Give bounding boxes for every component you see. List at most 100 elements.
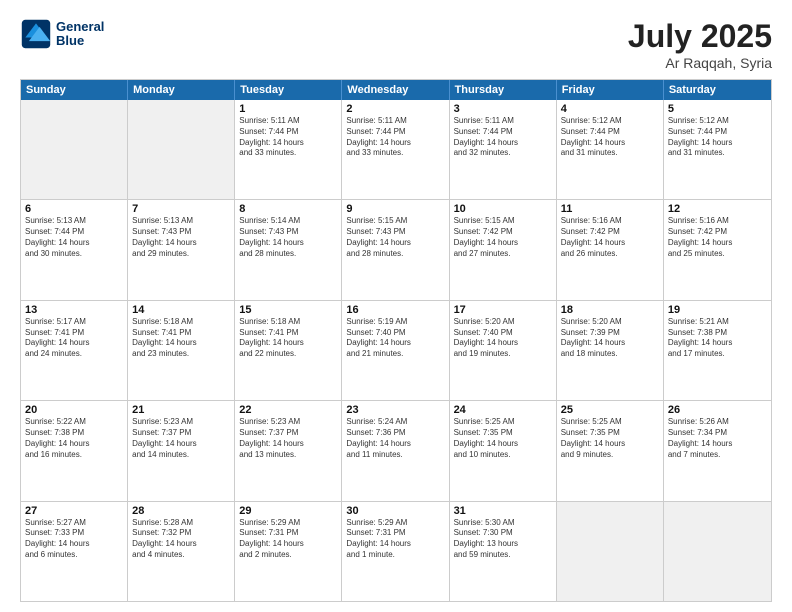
day-number: 25 <box>561 404 659 416</box>
cal-cell-2-2: 7Sunrise: 5:13 AM Sunset: 7:43 PM Daylig… <box>128 200 235 299</box>
cal-cell-1-4: 2Sunrise: 5:11 AM Sunset: 7:44 PM Daylig… <box>342 100 449 199</box>
day-number: 12 <box>668 203 767 215</box>
day-info: Sunrise: 5:30 AM Sunset: 7:30 PM Dayligh… <box>454 518 552 561</box>
cal-cell-4-5: 24Sunrise: 5:25 AM Sunset: 7:35 PM Dayli… <box>450 401 557 500</box>
day-number: 20 <box>25 404 123 416</box>
day-number: 7 <box>132 203 230 215</box>
day-info: Sunrise: 5:27 AM Sunset: 7:33 PM Dayligh… <box>25 518 123 561</box>
day-info: Sunrise: 5:25 AM Sunset: 7:35 PM Dayligh… <box>454 417 552 460</box>
month-title: July 2025 <box>628 18 772 55</box>
day-info: Sunrise: 5:14 AM Sunset: 7:43 PM Dayligh… <box>239 216 337 259</box>
day-info: Sunrise: 5:18 AM Sunset: 7:41 PM Dayligh… <box>239 317 337 360</box>
day-number: 17 <box>454 304 552 316</box>
day-info: Sunrise: 5:13 AM Sunset: 7:44 PM Dayligh… <box>25 216 123 259</box>
day-number: 13 <box>25 304 123 316</box>
day-number: 30 <box>346 505 444 517</box>
day-info: Sunrise: 5:16 AM Sunset: 7:42 PM Dayligh… <box>668 216 767 259</box>
day-number: 16 <box>346 304 444 316</box>
day-number: 29 <box>239 505 337 517</box>
day-info: Sunrise: 5:28 AM Sunset: 7:32 PM Dayligh… <box>132 518 230 561</box>
week-row-2: 6Sunrise: 5:13 AM Sunset: 7:44 PM Daylig… <box>21 199 771 299</box>
cal-cell-1-2 <box>128 100 235 199</box>
location: Ar Raqqah, Syria <box>628 55 772 71</box>
day-number: 1 <box>239 103 337 115</box>
day-info: Sunrise: 5:11 AM Sunset: 7:44 PM Dayligh… <box>346 116 444 159</box>
day-info: Sunrise: 5:18 AM Sunset: 7:41 PM Dayligh… <box>132 317 230 360</box>
cal-cell-5-3: 29Sunrise: 5:29 AM Sunset: 7:31 PM Dayli… <box>235 502 342 601</box>
day-number: 21 <box>132 404 230 416</box>
cal-cell-3-7: 19Sunrise: 5:21 AM Sunset: 7:38 PM Dayli… <box>664 301 771 400</box>
header: General Blue July 2025 Ar Raqqah, Syria <box>20 18 772 71</box>
cal-cell-5-6 <box>557 502 664 601</box>
day-info: Sunrise: 5:17 AM Sunset: 7:41 PM Dayligh… <box>25 317 123 360</box>
day-info: Sunrise: 5:19 AM Sunset: 7:40 PM Dayligh… <box>346 317 444 360</box>
day-info: Sunrise: 5:11 AM Sunset: 7:44 PM Dayligh… <box>239 116 337 159</box>
day-info: Sunrise: 5:20 AM Sunset: 7:39 PM Dayligh… <box>561 317 659 360</box>
calendar-body: 1Sunrise: 5:11 AM Sunset: 7:44 PM Daylig… <box>21 100 771 601</box>
cal-cell-4-3: 22Sunrise: 5:23 AM Sunset: 7:37 PM Dayli… <box>235 401 342 500</box>
page: General Blue July 2025 Ar Raqqah, Syria … <box>0 0 792 612</box>
day-info: Sunrise: 5:23 AM Sunset: 7:37 PM Dayligh… <box>132 417 230 460</box>
cal-cell-1-3: 1Sunrise: 5:11 AM Sunset: 7:44 PM Daylig… <box>235 100 342 199</box>
day-info: Sunrise: 5:12 AM Sunset: 7:44 PM Dayligh… <box>668 116 767 159</box>
day-info: Sunrise: 5:26 AM Sunset: 7:34 PM Dayligh… <box>668 417 767 460</box>
day-number: 26 <box>668 404 767 416</box>
calendar-header: Sunday Monday Tuesday Wednesday Thursday… <box>21 80 771 100</box>
week-row-1: 1Sunrise: 5:11 AM Sunset: 7:44 PM Daylig… <box>21 100 771 199</box>
day-number: 4 <box>561 103 659 115</box>
day-info: Sunrise: 5:15 AM Sunset: 7:42 PM Dayligh… <box>454 216 552 259</box>
day-number: 15 <box>239 304 337 316</box>
header-sunday: Sunday <box>21 80 128 100</box>
day-number: 18 <box>561 304 659 316</box>
header-tuesday: Tuesday <box>235 80 342 100</box>
logo-line2: Blue <box>56 34 104 48</box>
day-info: Sunrise: 5:21 AM Sunset: 7:38 PM Dayligh… <box>668 317 767 360</box>
day-number: 10 <box>454 203 552 215</box>
day-info: Sunrise: 5:29 AM Sunset: 7:31 PM Dayligh… <box>346 518 444 561</box>
cal-cell-1-5: 3Sunrise: 5:11 AM Sunset: 7:44 PM Daylig… <box>450 100 557 199</box>
header-friday: Friday <box>557 80 664 100</box>
day-info: Sunrise: 5:23 AM Sunset: 7:37 PM Dayligh… <box>239 417 337 460</box>
cal-cell-5-5: 31Sunrise: 5:30 AM Sunset: 7:30 PM Dayli… <box>450 502 557 601</box>
cal-cell-5-7 <box>664 502 771 601</box>
week-row-5: 27Sunrise: 5:27 AM Sunset: 7:33 PM Dayli… <box>21 501 771 601</box>
day-info: Sunrise: 5:16 AM Sunset: 7:42 PM Dayligh… <box>561 216 659 259</box>
logo: General Blue <box>20 18 104 50</box>
day-info: Sunrise: 5:25 AM Sunset: 7:35 PM Dayligh… <box>561 417 659 460</box>
day-number: 9 <box>346 203 444 215</box>
header-wednesday: Wednesday <box>342 80 449 100</box>
cal-cell-2-5: 10Sunrise: 5:15 AM Sunset: 7:42 PM Dayli… <box>450 200 557 299</box>
cal-cell-1-6: 4Sunrise: 5:12 AM Sunset: 7:44 PM Daylig… <box>557 100 664 199</box>
day-info: Sunrise: 5:15 AM Sunset: 7:43 PM Dayligh… <box>346 216 444 259</box>
day-number: 24 <box>454 404 552 416</box>
cal-cell-3-4: 16Sunrise: 5:19 AM Sunset: 7:40 PM Dayli… <box>342 301 449 400</box>
cal-cell-3-5: 17Sunrise: 5:20 AM Sunset: 7:40 PM Dayli… <box>450 301 557 400</box>
day-number: 6 <box>25 203 123 215</box>
cal-cell-3-2: 14Sunrise: 5:18 AM Sunset: 7:41 PM Dayli… <box>128 301 235 400</box>
day-info: Sunrise: 5:24 AM Sunset: 7:36 PM Dayligh… <box>346 417 444 460</box>
day-number: 3 <box>454 103 552 115</box>
day-number: 28 <box>132 505 230 517</box>
cal-cell-3-1: 13Sunrise: 5:17 AM Sunset: 7:41 PM Dayli… <box>21 301 128 400</box>
header-thursday: Thursday <box>450 80 557 100</box>
day-number: 31 <box>454 505 552 517</box>
day-number: 22 <box>239 404 337 416</box>
cal-cell-4-4: 23Sunrise: 5:24 AM Sunset: 7:36 PM Dayli… <box>342 401 449 500</box>
cal-cell-3-6: 18Sunrise: 5:20 AM Sunset: 7:39 PM Dayli… <box>557 301 664 400</box>
day-info: Sunrise: 5:20 AM Sunset: 7:40 PM Dayligh… <box>454 317 552 360</box>
logo-text: General Blue <box>56 20 104 49</box>
day-info: Sunrise: 5:12 AM Sunset: 7:44 PM Dayligh… <box>561 116 659 159</box>
cal-cell-1-7: 5Sunrise: 5:12 AM Sunset: 7:44 PM Daylig… <box>664 100 771 199</box>
day-number: 8 <box>239 203 337 215</box>
cal-cell-2-7: 12Sunrise: 5:16 AM Sunset: 7:42 PM Dayli… <box>664 200 771 299</box>
day-number: 11 <box>561 203 659 215</box>
cal-cell-2-4: 9Sunrise: 5:15 AM Sunset: 7:43 PM Daylig… <box>342 200 449 299</box>
week-row-4: 20Sunrise: 5:22 AM Sunset: 7:38 PM Dayli… <box>21 400 771 500</box>
header-saturday: Saturday <box>664 80 771 100</box>
title-block: July 2025 Ar Raqqah, Syria <box>628 18 772 71</box>
header-monday: Monday <box>128 80 235 100</box>
day-info: Sunrise: 5:11 AM Sunset: 7:44 PM Dayligh… <box>454 116 552 159</box>
cal-cell-2-1: 6Sunrise: 5:13 AM Sunset: 7:44 PM Daylig… <box>21 200 128 299</box>
cal-cell-4-1: 20Sunrise: 5:22 AM Sunset: 7:38 PM Dayli… <box>21 401 128 500</box>
cal-cell-4-6: 25Sunrise: 5:25 AM Sunset: 7:35 PM Dayli… <box>557 401 664 500</box>
